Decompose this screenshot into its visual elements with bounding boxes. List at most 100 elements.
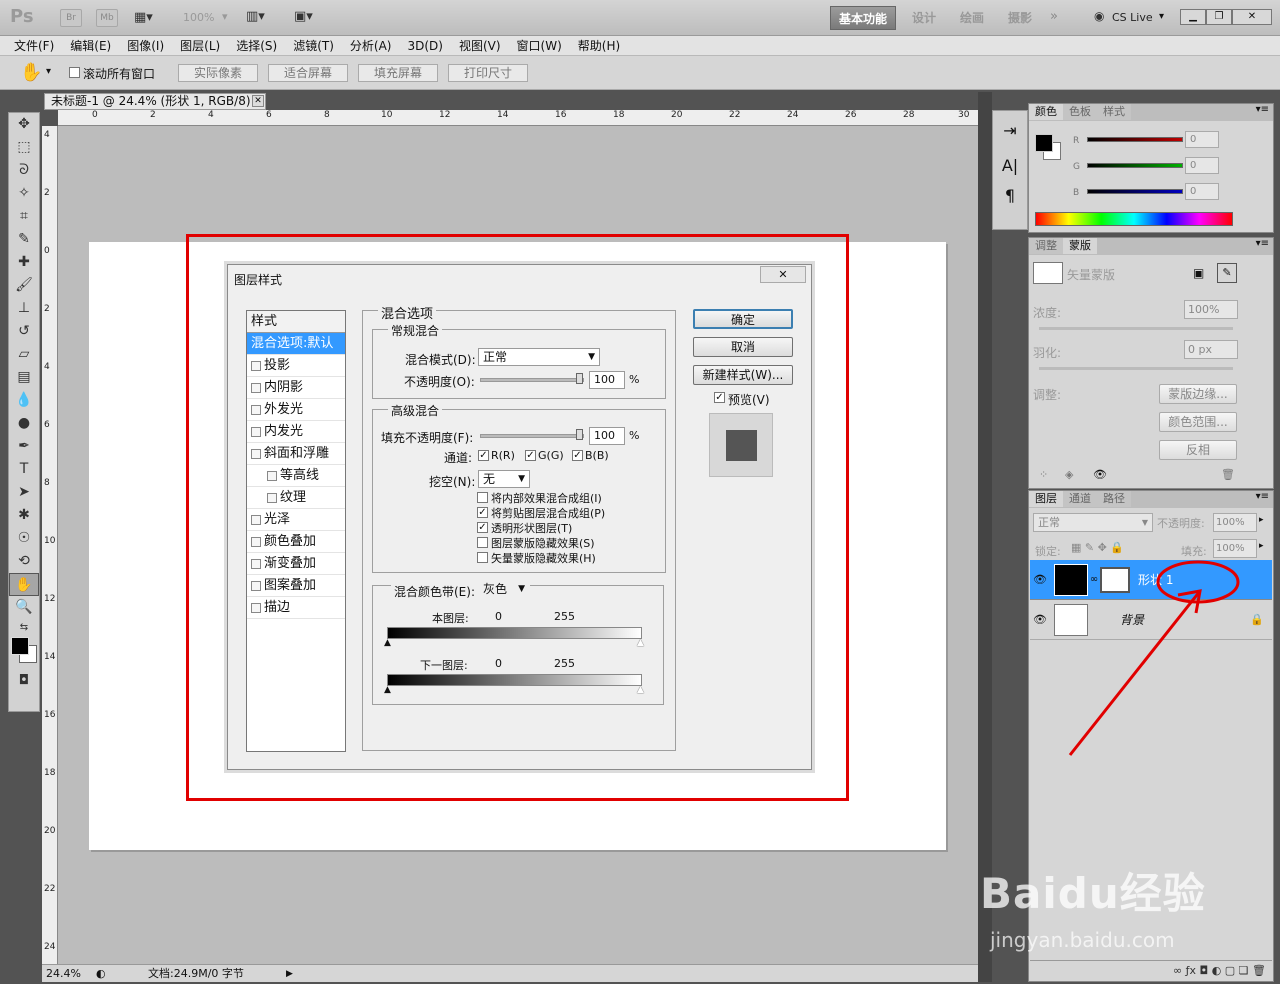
green-slider[interactable] [1087, 163, 1183, 168]
layer-visibility-eye-icon[interactable]: 👁 [1030, 613, 1050, 626]
tab-adjustments[interactable]: 调整 [1029, 238, 1063, 254]
feather-input[interactable]: 0 px [1184, 340, 1238, 359]
brush-tool-icon[interactable]: 🖌 [9, 274, 39, 297]
fill-stepper-icon[interactable]: ▸ [1259, 541, 1264, 551]
restore-icon[interactable]: ❐ [1206, 9, 1232, 25]
workspace-basic[interactable]: 基本功能 [830, 6, 896, 30]
tab-color[interactable]: 颜色 [1029, 104, 1063, 120]
quick-mask-icon[interactable]: ◘ [9, 669, 39, 692]
screen-mode-icon[interactable]: ▣▾ [294, 9, 313, 24]
zoom-tool-icon[interactable]: 🔍 [9, 596, 39, 619]
panel-menu-icon[interactable]: ▾≡ [1256, 104, 1269, 115]
red-slider[interactable] [1087, 137, 1183, 142]
apply-mask-icon[interactable]: ◈ [1065, 468, 1073, 481]
eraser-tool-icon[interactable]: ▱ [9, 343, 39, 366]
history-panel-icon[interactable]: ⇥ [993, 111, 1027, 151]
menu-image[interactable]: 图像(I) [119, 36, 172, 56]
history-brush-tool-icon[interactable]: ↺ [9, 320, 39, 343]
tab-paths[interactable]: 路径 [1097, 491, 1131, 507]
status-menu-arrow-icon[interactable]: ▶ [286, 966, 296, 982]
color-range-button[interactable]: 颜色范围... [1159, 412, 1237, 432]
minibridge-button[interactable]: Mb [96, 9, 118, 27]
status-zoom[interactable]: 24.4% [46, 966, 81, 982]
vector-mask-thumb-icon[interactable] [1033, 262, 1063, 284]
red-value-input[interactable]: 0 [1185, 131, 1219, 148]
healing-brush-tool-icon[interactable]: ✚ [9, 251, 39, 274]
hand-tool-icon[interactable]: ✋ [9, 573, 39, 596]
cslive-button[interactable]: CS Live [1112, 11, 1153, 24]
menu-help[interactable]: 帮助(H) [570, 36, 628, 56]
tab-styles[interactable]: 样式 [1097, 104, 1131, 120]
path-select-tool-icon[interactable]: ➤ [9, 481, 39, 504]
clone-stamp-tool-icon[interactable]: ⊥ [9, 297, 39, 320]
menu-analysis[interactable]: 分析(A) [342, 36, 400, 56]
gradient-tool-icon[interactable]: ▤ [9, 366, 39, 389]
tab-masks[interactable]: 蒙版 [1063, 238, 1097, 254]
zoom-dropdown-icon[interactable]: ▾ [222, 10, 228, 23]
workspace-design[interactable]: 设计 [904, 6, 944, 30]
green-value-input[interactable]: 0 [1185, 157, 1219, 174]
paragraph-panel-icon[interactable]: ¶ [993, 181, 1027, 211]
crop-tool-icon[interactable]: ⌗ [9, 205, 39, 228]
menu-select[interactable]: 选择(S) [228, 36, 285, 56]
move-tool-icon[interactable]: ✥ [9, 113, 39, 136]
tab-swatches[interactable]: 色板 [1063, 104, 1097, 120]
blue-value-input[interactable]: 0 [1185, 183, 1219, 200]
fill-screen-button[interactable]: 填充屏幕 [358, 64, 438, 82]
more-workspaces-icon[interactable]: » [1050, 9, 1058, 24]
blur-tool-icon[interactable]: 💧 [9, 389, 39, 412]
panel-menu-icon[interactable]: ▾≡ [1256, 491, 1269, 502]
delete-mask-icon[interactable]: 🗑 [1221, 468, 1235, 481]
menu-window[interactable]: 窗口(W) [509, 36, 570, 56]
status-info-icon[interactable]: ◐ [96, 966, 106, 982]
view-extras-icon[interactable]: ▦▾ [134, 10, 153, 25]
density-slider[interactable] [1039, 327, 1233, 330]
close-document-icon[interactable]: ✕ [252, 95, 264, 107]
zoom-level[interactable]: 100% [183, 11, 214, 24]
pen-tool-icon[interactable]: ✒ [9, 435, 39, 458]
print-size-button[interactable]: 打印尺寸 [448, 64, 528, 82]
fit-screen-button[interactable]: 适合屏幕 [268, 64, 348, 82]
type-tool-icon[interactable]: T [9, 458, 39, 481]
character-panel-icon[interactable]: A| [993, 151, 1027, 181]
minimize-icon[interactable]: ▁ [1180, 9, 1206, 25]
foreground-color-swatch[interactable] [11, 637, 29, 655]
tab-layers[interactable]: 图层 [1029, 491, 1063, 507]
eyedropper-tool-icon[interactable]: ✎ [9, 228, 39, 251]
close-icon[interactable]: ✕ [1232, 9, 1272, 25]
layers-panel-footer-icons[interactable]: ∞ ƒx ◘ ◐ ▢ ❏ 🗑 [1030, 960, 1272, 980]
scroll-all-windows-checkbox[interactable] [69, 67, 80, 78]
layer-blend-mode-select[interactable]: 正常 ▼ [1033, 513, 1153, 532]
cslive-icon[interactable]: ◉ [1094, 9, 1104, 23]
opacity-stepper-icon[interactable]: ▸ [1259, 515, 1264, 525]
feather-slider[interactable] [1039, 367, 1233, 370]
actual-pixels-button[interactable]: 实际像素 [178, 64, 258, 82]
invert-button[interactable]: 反相 [1159, 440, 1237, 460]
swap-colors-icon[interactable]: ⇆ [9, 619, 39, 637]
layer-visibility-eye-icon[interactable]: 👁 [1030, 573, 1050, 586]
bridge-button[interactable]: Br [60, 9, 82, 27]
canvas-scrollbar[interactable] [978, 92, 992, 982]
tool-preset-dropdown-icon[interactable]: ▾ [46, 66, 51, 77]
document-tab[interactable]: 未标题-1 @ 24.4% (形状 1, RGB/8) * ✕ [44, 93, 266, 110]
visibility-eye-icon[interactable]: 👁 [1093, 468, 1107, 481]
lasso-tool-icon[interactable]: ᘐ [9, 159, 39, 182]
menu-edit[interactable]: 编辑(E) [62, 36, 119, 56]
mask-edge-button[interactable]: 蒙版边缘... [1159, 384, 1237, 404]
density-input[interactable]: 100% [1184, 300, 1238, 319]
lock-icons[interactable]: ▦ ✎ ✥ 🔒 [1071, 541, 1124, 554]
pixel-mask-icon[interactable]: ▣ [1193, 266, 1204, 280]
tab-channels[interactable]: 通道 [1063, 491, 1097, 507]
dodge-tool-icon[interactable]: ● [9, 412, 39, 435]
workspace-painting[interactable]: 绘画 [952, 6, 992, 30]
blue-slider[interactable] [1087, 189, 1183, 194]
3d-orbit-tool-icon[interactable]: ⟲ [9, 550, 39, 573]
menu-view[interactable]: 视图(V) [451, 36, 509, 56]
menu-layer[interactable]: 图层(L) [172, 36, 228, 56]
load-selection-icon[interactable]: ⁘ [1039, 468, 1048, 481]
panel-menu-icon[interactable]: ▾≡ [1256, 238, 1269, 249]
menu-file[interactable]: 文件(F) [6, 36, 62, 56]
shape-tool-icon[interactable]: ✱ [9, 504, 39, 527]
layer-opacity-input[interactable]: 100% [1213, 513, 1257, 532]
cslive-dropdown-icon[interactable]: ▾ [1159, 11, 1164, 22]
